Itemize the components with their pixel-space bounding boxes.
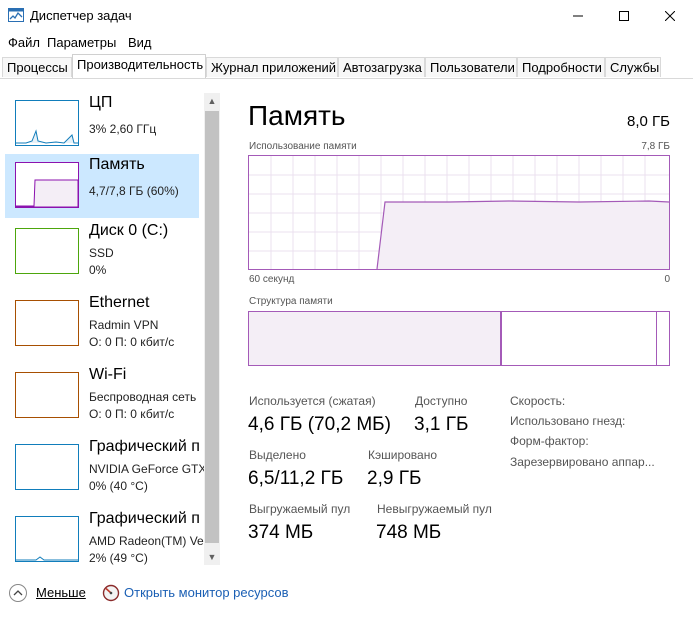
tab-processes[interactable]: Процессы: [2, 57, 72, 77]
disk-thumbnail: [15, 228, 79, 274]
sidebar-item-ethernet[interactable]: Ethernet Radmin VPN О: 0 П: 0 кбит/с: [5, 292, 199, 356]
sidebar-item-usage: 2% (49 °C): [89, 551, 148, 565]
sidebar-item-wifi[interactable]: Wi-Fi Беспроводная сеть О: 0 П: 0 кбит/с: [5, 364, 199, 428]
page-title: Память: [248, 100, 346, 131]
gpu-1-mini-graph: [16, 556, 78, 561]
sidebar-item-usage: О: 0 П: 0 кбит/с: [89, 407, 175, 421]
cpu-thumbnail: [15, 100, 79, 146]
cached-label: Кэшировано: [368, 448, 438, 462]
close-icon: [665, 11, 675, 21]
tab-services[interactable]: Службы: [605, 57, 661, 77]
available-label: Доступно: [415, 394, 468, 408]
structure-caption: Структура памяти: [249, 296, 333, 307]
sidebar-scroll-thumb[interactable]: [205, 111, 219, 543]
sidebar-item-detail: Radmin VPN: [89, 318, 159, 332]
ethernet-thumbnail: [15, 300, 79, 346]
sidebar-item-name: Wi-Fi: [89, 366, 127, 383]
sidebar-item-detail: AMD Radeon(TM) Ve: [89, 534, 204, 548]
sidebar-item-gpu-0[interactable]: Графический п NVIDIA GeForce GTX 0% (40 …: [5, 436, 206, 500]
sidebar-item-cpu[interactable]: ЦП 3% 2,60 ГГц: [5, 92, 199, 156]
sidebar-item-name: Графический п: [89, 438, 200, 455]
gpu-1-thumbnail: [15, 516, 79, 562]
sidebar-item-memory[interactable]: Память 4,7/7,8 ГБ (60%): [5, 154, 199, 218]
window-title: Диспетчер задач: [30, 8, 132, 23]
task-manager-icon: [8, 8, 24, 22]
cached-value: 2,9 ГБ: [367, 468, 422, 489]
memory-mini-graph: [16, 179, 78, 207]
menu-view[interactable]: Вид: [128, 35, 152, 50]
tab-performance[interactable]: Производительность: [72, 54, 206, 78]
sidebar-item-detail: SSD: [89, 246, 114, 260]
sidebar-item-detail: 4,7/7,8 ГБ (60%): [89, 184, 179, 198]
performance-sidebar: ЦП 3% 2,60 ГГц Память 4,7/7,8 ГБ (60%) Д…: [0, 79, 220, 565]
sidebar-item-usage: 0% (40 °C): [89, 479, 148, 493]
maximize-button[interactable]: [601, 0, 647, 32]
scroll-down-icon[interactable]: ▼: [204, 549, 220, 565]
memory-usage-chart: [249, 156, 670, 270]
tab-users[interactable]: Пользователи: [425, 57, 517, 77]
sidebar-item-name: Ethernet: [89, 294, 150, 311]
sidebar-item-detail: Беспроводная сеть: [89, 390, 197, 404]
wifi-thumbnail: [15, 372, 79, 418]
paged-pool-label: Выгружаемый пул: [249, 502, 351, 516]
paged-pool-value: 374 МБ: [248, 522, 314, 543]
menu-bar: Файл Параметры Вид: [0, 32, 693, 54]
memory-structure-bar: [248, 311, 670, 366]
sidebar-item-usage: О: 0 П: 0 кбит/с: [89, 335, 175, 349]
sidebar-item-detail: NVIDIA GeForce GTX: [89, 462, 207, 476]
close-button[interactable]: [647, 0, 693, 32]
structure-in-use: [249, 312, 501, 365]
footer: Меньше Открыть монитор ресурсов: [0, 574, 693, 612]
menu-options[interactable]: Параметры: [47, 35, 116, 50]
cpu-mini-graph: [16, 129, 78, 144]
in-use-label: Используется (сжатая): [249, 394, 376, 408]
scroll-up-icon[interactable]: ▲: [204, 93, 220, 109]
structure-standby: [502, 312, 657, 365]
axis-left-label: 60 секунд: [249, 274, 295, 285]
sidebar-item-name: Память: [89, 156, 145, 173]
usage-area: [377, 201, 669, 269]
sidebar-item-gpu-1[interactable]: Графический п AMD Radeon(TM) Ve 2% (49 °…: [5, 508, 204, 565]
maximize-icon: [619, 11, 629, 21]
title-bar[interactable]: Диспетчер задач: [0, 0, 693, 32]
sidebar-item-name: Диск 0 (C:): [89, 222, 169, 239]
memory-usage-graph: [248, 155, 670, 270]
chevron-up-icon[interactable]: [9, 584, 27, 602]
fewer-details-button[interactable]: Меньше: [36, 585, 86, 600]
sidebar-item-name: Графический п: [89, 510, 200, 527]
tab-app-history[interactable]: Журнал приложений: [206, 57, 338, 77]
minimize-icon: [573, 15, 583, 17]
open-resource-monitor-link[interactable]: Открыть монитор ресурсов: [124, 585, 288, 600]
speed-label: Скорость:: [510, 394, 566, 408]
minimize-button[interactable]: [555, 0, 601, 32]
sidebar-item-disk[interactable]: Диск 0 (C:) SSD 0%: [5, 220, 199, 284]
sidebar-item-usage: 0%: [89, 263, 107, 277]
tab-bar: Процессы Производительность Журнал прило…: [0, 54, 693, 79]
available-value: 3,1 ГБ: [414, 414, 469, 435]
axis-right-label: 0: [664, 274, 670, 285]
in-use-value: 4,6 ГБ (70,2 МБ): [248, 414, 391, 435]
committed-value: 6,5/11,2 ГБ: [248, 468, 344, 489]
nonpaged-pool-value: 748 МБ: [376, 522, 442, 543]
hardware-reserved-label: Зарезервировано аппар...: [510, 455, 655, 469]
memory-thumbnail: [15, 162, 79, 208]
sidebar-item-name: ЦП: [89, 94, 113, 111]
usage-caption: Использование памяти: [249, 141, 357, 152]
tab-details[interactable]: Подробности: [517, 57, 605, 77]
slots-label: Использовано гнезд:: [510, 414, 626, 428]
form-factor-label: Форм-фактор:: [510, 434, 589, 448]
menu-file[interactable]: Файл: [8, 35, 40, 50]
gpu-0-thumbnail: [15, 444, 79, 490]
sidebar-item-detail: 3% 2,60 ГГц: [89, 122, 157, 136]
usage-max-label: 7,8 ГБ: [641, 141, 670, 152]
resource-monitor-icon: [102, 584, 120, 602]
memory-total: 8,0 ГБ: [627, 113, 670, 130]
tab-startup[interactable]: Автозагрузка: [338, 57, 425, 77]
committed-label: Выделено: [249, 448, 306, 462]
nonpaged-pool-label: Невыгружаемый пул: [377, 502, 492, 516]
